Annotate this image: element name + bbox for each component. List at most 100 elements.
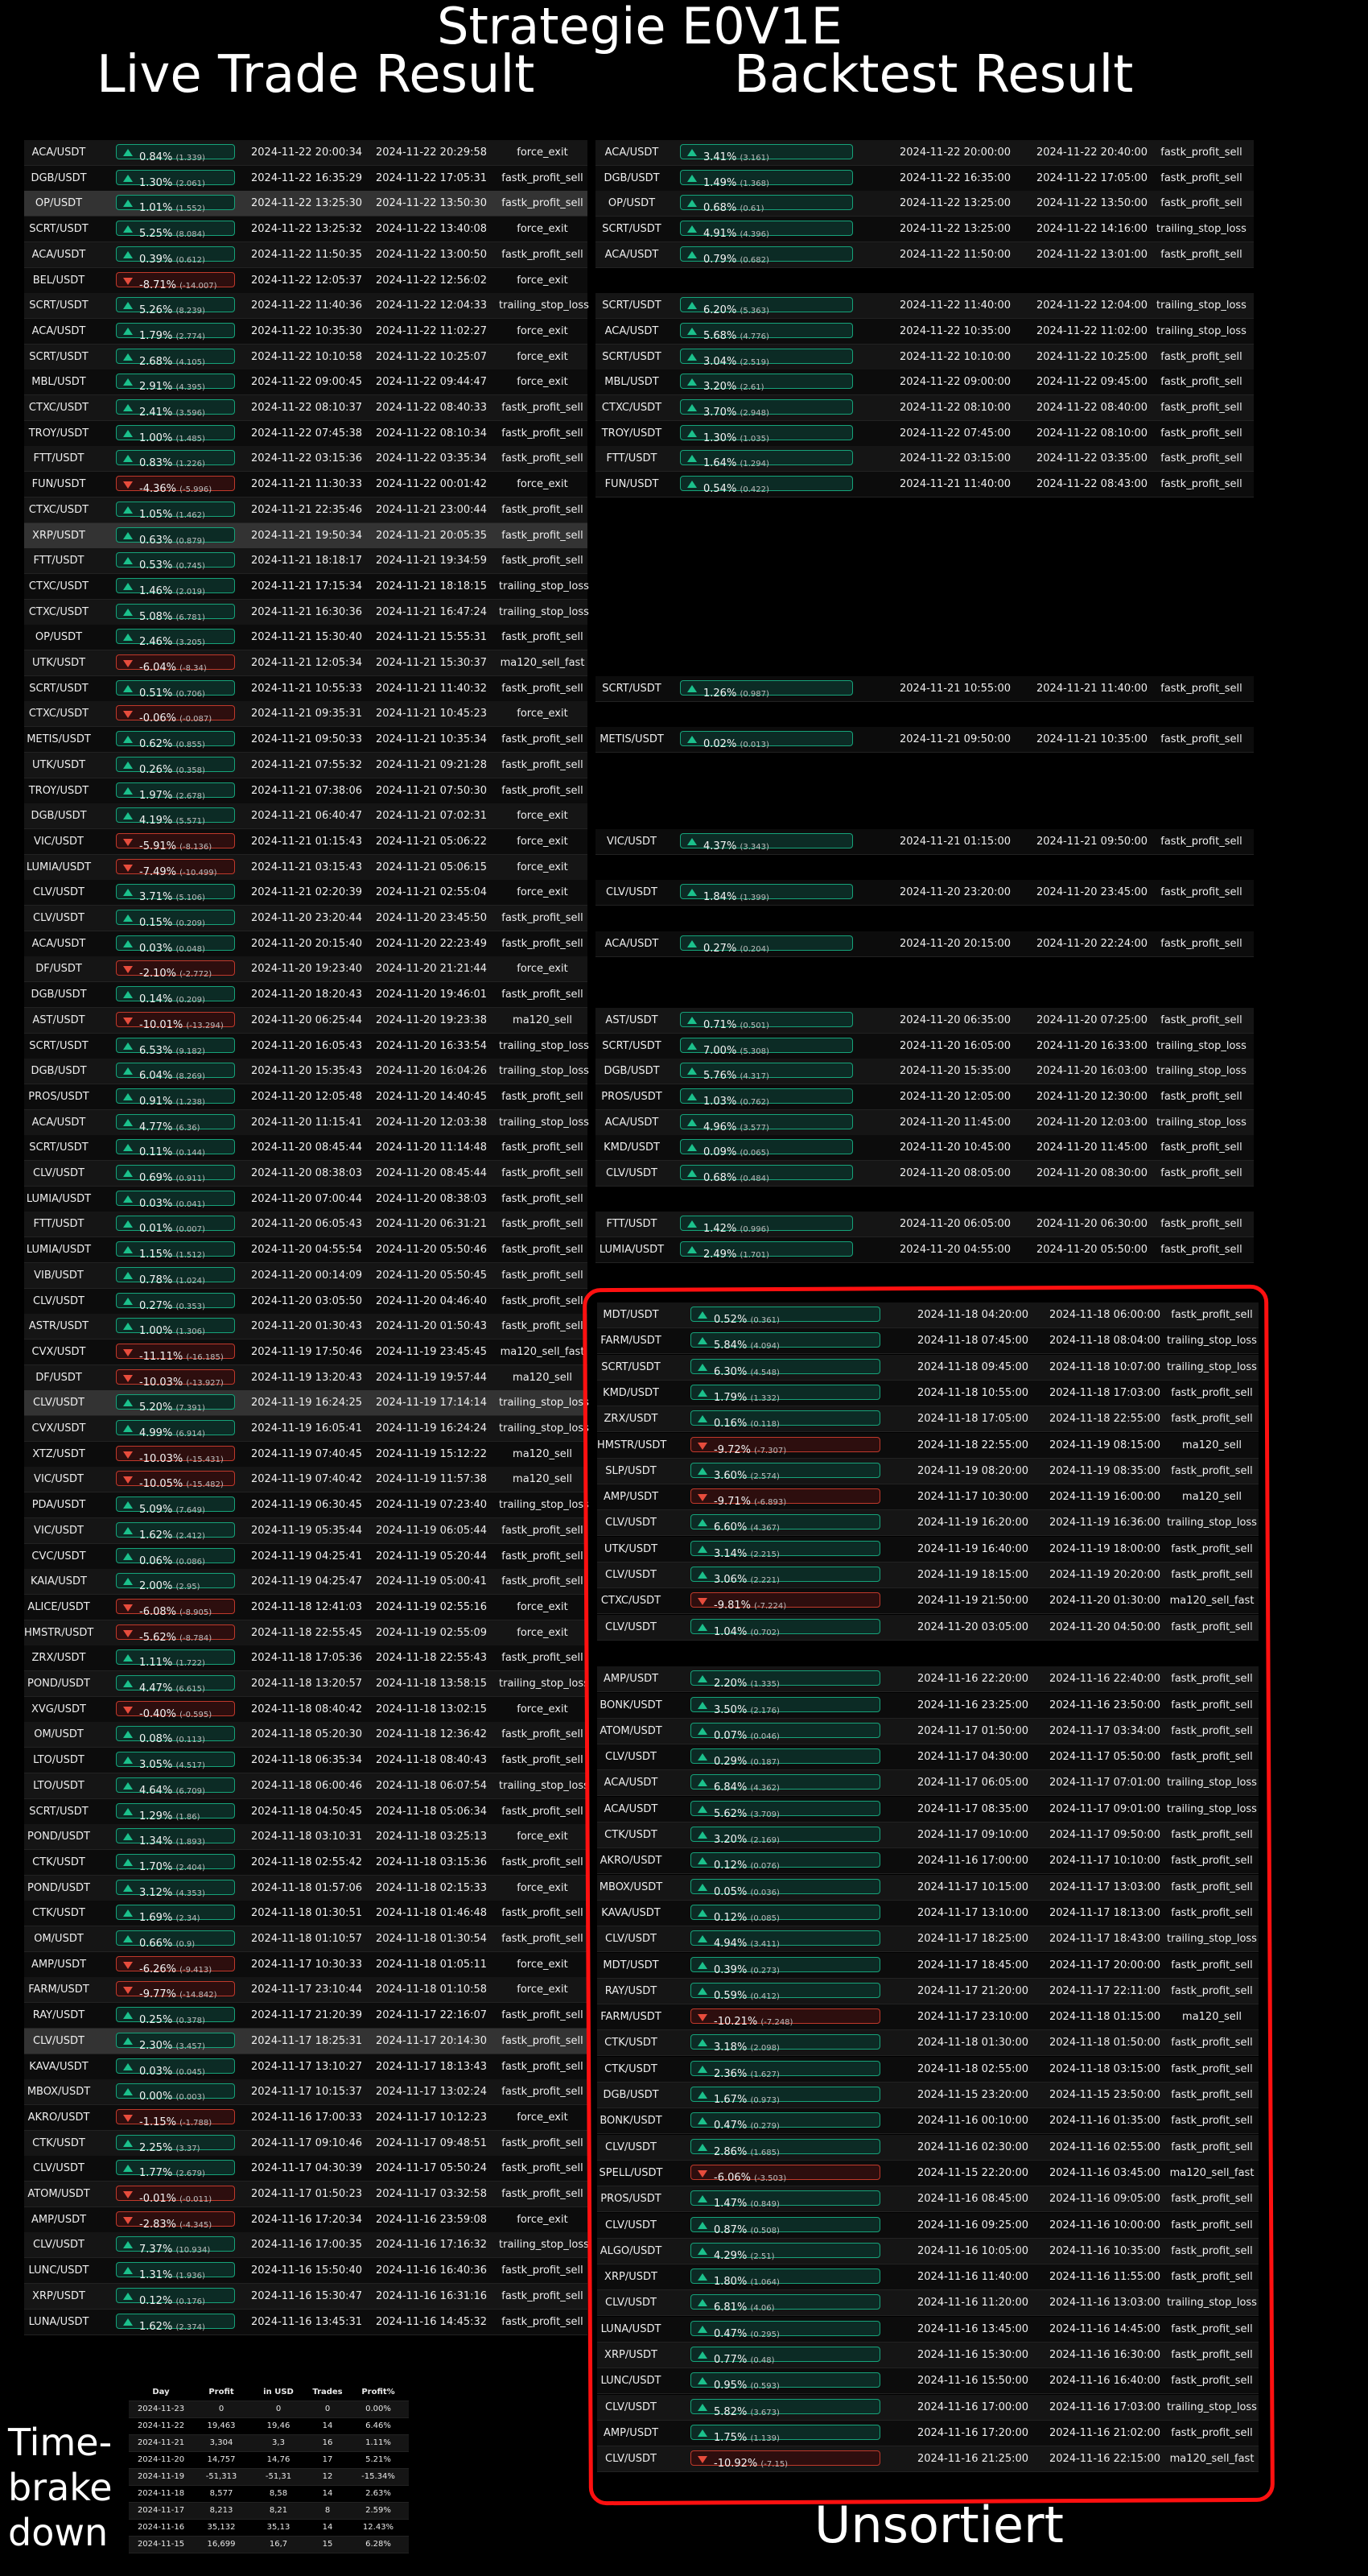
arrow-down-icon xyxy=(123,2216,133,2224)
profit-badge: 0.03% (0.041) xyxy=(116,1190,235,1210)
profit-badge: 0.53% (0.745) xyxy=(116,552,235,572)
close-time: 2024-11-20 12:03:38 xyxy=(376,1116,488,1129)
arrow-up-icon xyxy=(123,939,133,947)
arrow-up-icon xyxy=(687,1118,697,1126)
trade-row: PDA/USDT 5.09% (7.649) 2024-11-19 06:30:45… xyxy=(24,1492,589,1519)
arrow-up-icon xyxy=(123,327,133,335)
pair-name: ACA/USDT xyxy=(31,248,86,261)
exit-reason: trailing_stop_loss xyxy=(1156,1039,1246,1052)
profit-abs: (0.484) xyxy=(740,1174,769,1183)
profit-badge: 0.68% (0.484) xyxy=(680,1165,853,1184)
open-time: 2024-11-20 20:15:40 xyxy=(251,937,363,950)
arrow-up-icon xyxy=(687,939,697,947)
arrow-up-icon xyxy=(123,2012,133,2020)
trade-row: CVX/USDT 4.99% (6.914) 2024-11-19 16:05:41… xyxy=(24,1416,589,1442)
pair-name: DGB/USDT xyxy=(604,1065,660,1078)
profit-abs: (0.353) xyxy=(175,1302,205,1311)
profit-badge: 0.78% (1.024) xyxy=(116,1266,235,1286)
profit-abs: (0.003) xyxy=(175,2093,205,2103)
arrow-down-icon xyxy=(123,1604,133,1612)
open-time: 2024-11-22 11:50:00 xyxy=(900,248,1012,261)
arrow-up-icon xyxy=(123,250,133,258)
profit-percent: 2.91% xyxy=(139,381,176,394)
profit-abs: (8.269) xyxy=(175,1072,205,1082)
open-time: 2024-11-21 01:15:00 xyxy=(900,835,1012,848)
profit-badge: 2.25% (3.37) xyxy=(116,2134,235,2154)
daily-cell: 2024-11-22 xyxy=(137,2421,185,2430)
trade-row: ZRX/USDT 1.11% (1.722) 2024-11-18 17:05:36… xyxy=(24,1645,587,1672)
profit-abs: (0.013) xyxy=(740,741,769,750)
close-time: 2024-11-20 19:46:01 xyxy=(376,989,488,1001)
exit-reason: fastk_profit_sell xyxy=(501,1320,583,1333)
close-time: 2024-11-22 11:02:00 xyxy=(1036,324,1148,337)
arrow-up-icon xyxy=(687,1170,697,1177)
close-time: 2024-11-20 12:30:00 xyxy=(1036,1090,1148,1103)
profit-abs: (0.61) xyxy=(740,204,764,214)
arrow-up-icon xyxy=(123,1042,133,1050)
profit-abs: (0.612) xyxy=(175,255,205,265)
trade-row: POND/USDT 3.12% (4.353) 2024-11-18 01:57:0… xyxy=(24,1875,587,1901)
profit-abs: (2.412) xyxy=(175,1531,205,1541)
open-time: 2024-11-18 01:30:51 xyxy=(251,1907,363,1920)
profit-badge: 1.15% (1.512) xyxy=(116,1241,235,1261)
profit-abs: (4.353) xyxy=(175,1889,205,1898)
profit-abs: (2.948) xyxy=(740,409,769,418)
arrow-up-icon xyxy=(123,404,133,411)
arrow-up-icon xyxy=(687,250,697,258)
arrow-up-icon xyxy=(687,200,697,208)
open-time: 2024-11-20 12:05:48 xyxy=(251,1090,363,1103)
exit-reason: force_exit xyxy=(517,1958,568,1971)
profit-badge: -10.03% (-13.927) xyxy=(116,1368,235,1389)
trade-row: DGB/USDT 1.49% (1.368) 2024-11-22 16:35:00… xyxy=(595,165,1254,192)
open-time: 2024-11-18 12:41:03 xyxy=(251,1600,363,1613)
daily-cell: -51,313 xyxy=(205,2472,237,2481)
arrow-up-icon xyxy=(123,1220,133,1228)
open-time: 2024-11-16 13:45:31 xyxy=(251,2315,363,2328)
pair-name: METIS/USDT xyxy=(600,733,664,746)
profit-abs: (0.855) xyxy=(175,741,205,750)
profit-badge: 1.62% (2.374) xyxy=(116,2313,235,2333)
profit-abs: (0.113) xyxy=(175,1736,205,1745)
open-time: 2024-11-22 11:40:36 xyxy=(251,299,363,312)
close-time: 2024-11-20 22:24:00 xyxy=(1036,937,1148,950)
profit-badge: 7.00% (5.308) xyxy=(680,1037,853,1057)
column-header: Profit xyxy=(208,2388,234,2396)
exit-reason: trailing_stop_loss xyxy=(499,1116,589,1129)
close-time: 2024-11-22 03:35:34 xyxy=(376,452,488,465)
trade-row: HMSTR/USDT -5.62% (-8.784) 2024-11-18 22:5… xyxy=(24,1620,587,1646)
trade-row: SCRT/USDT 1.29% (1.86) 2024-11-18 04:50:45… xyxy=(24,1798,587,1825)
open-time: 2024-11-19 17:50:46 xyxy=(251,1345,363,1358)
profit-abs: (2.61) xyxy=(740,383,764,393)
profit-abs: (5.308) xyxy=(740,1046,769,1056)
arrow-up-icon xyxy=(123,1781,133,1790)
arrow-up-icon xyxy=(687,225,697,233)
pair-name: AKRO/USDT xyxy=(27,2111,90,2124)
profit-badge: 2.91% (4.395) xyxy=(116,374,235,393)
exit-reason: trailing_stop_loss xyxy=(499,1397,589,1410)
trade-row: MBL/USDT 2.91% (4.395) 2024-11-22 09:00:45… xyxy=(24,369,587,396)
profit-badge: 3.41% (3.161) xyxy=(680,144,853,163)
profit-badge: 1.69% (2.34) xyxy=(116,1905,235,1924)
profit-percent: 3.20% xyxy=(703,381,740,394)
profit-badge: 0.01% (0.007) xyxy=(116,1216,235,1235)
profit-percent: -6.04% xyxy=(139,662,180,674)
close-time: 2024-11-21 15:55:31 xyxy=(376,631,488,644)
profit-percent: 0.15% xyxy=(139,917,176,929)
trade-row: CLV/USDT 0.27% (0.353) 2024-11-20 03:05:50… xyxy=(24,1288,587,1315)
profit-badge: -7.49% (-10.499) xyxy=(116,858,235,878)
backtest-heading: Backtest Result xyxy=(734,45,1134,105)
profit-percent: -0.06% xyxy=(139,712,180,725)
close-time: 2024-11-18 03:25:13 xyxy=(376,1831,488,1843)
profit-percent: -10.03% xyxy=(139,1452,187,1465)
exit-reason: fastk_profit_sell xyxy=(501,1856,583,1868)
exit-reason: fastk_profit_sell xyxy=(501,171,583,184)
trade-row: OP/USDT 0.68% (0.61) 2024-11-22 13:25:00 20… xyxy=(595,191,1254,217)
arrow-up-icon xyxy=(123,2062,133,2070)
open-time: 2024-11-22 13:25:00 xyxy=(900,223,1012,236)
profit-badge: 2.00% (2.95) xyxy=(116,1573,235,1592)
daily-row: 2024-11-22 19,463 19,46 14 6.46% xyxy=(129,2418,409,2435)
pair-name: CTK/USDT xyxy=(32,2136,85,2149)
arrow-down-icon xyxy=(123,711,133,719)
arrow-up-icon xyxy=(123,1858,133,1866)
exit-reason: force_exit xyxy=(517,1703,568,1715)
